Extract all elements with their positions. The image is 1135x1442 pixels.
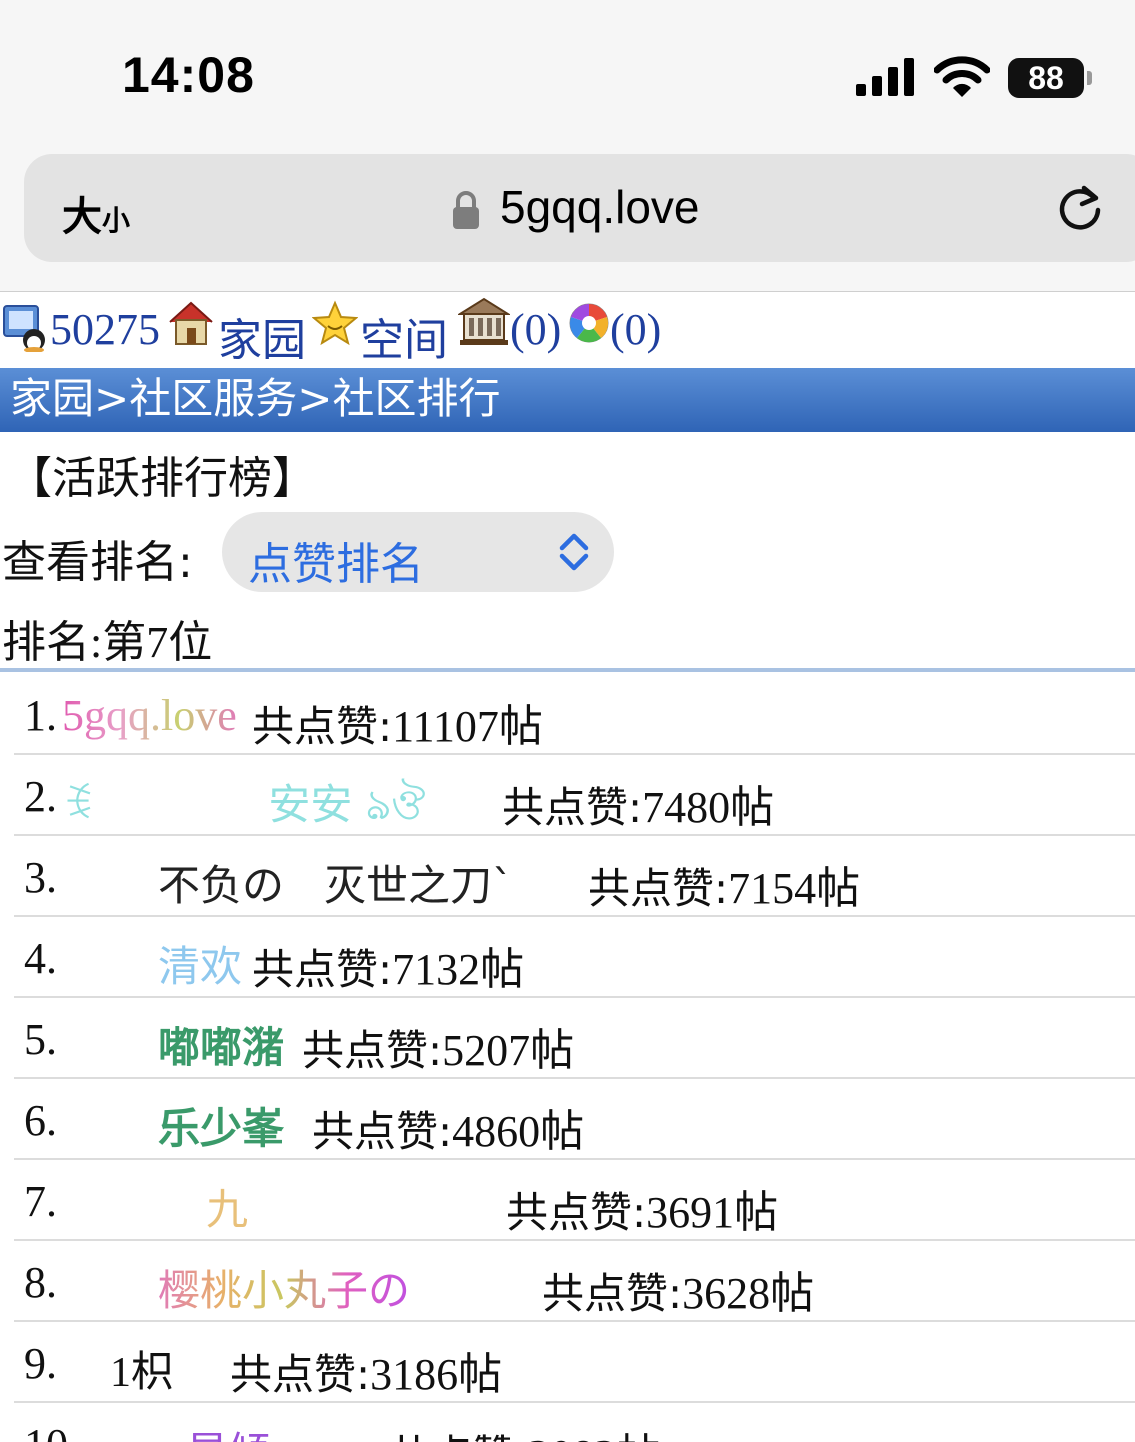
breadcrumb-separator: > bbox=[297, 374, 333, 423]
view-rank-row: 查看排名: 点赞排名 bbox=[0, 512, 640, 592]
rank-number: 10. bbox=[24, 1419, 79, 1442]
user-id-link[interactable]: 50275 bbox=[50, 304, 160, 355]
board-title: 【活跃排行榜】 bbox=[8, 453, 316, 504]
like-label: 共点赞: bbox=[252, 702, 393, 751]
breadcrumb-service[interactable]: 社区服务 bbox=[129, 374, 297, 423]
lock-icon bbox=[453, 191, 479, 229]
like-label: 共点赞: bbox=[542, 1269, 683, 1318]
like-label: 共点赞: bbox=[506, 1188, 647, 1237]
like-label: 共点赞: bbox=[388, 1431, 528, 1442]
rank-number: 2. bbox=[24, 772, 57, 821]
text-size-button[interactable]: 大小 bbox=[62, 184, 130, 242]
status-bar: 14:08 88 bbox=[0, 0, 1135, 140]
like-stat: 共点赞:3628帖 bbox=[542, 1257, 814, 1321]
like-value: 3691帖 bbox=[646, 1188, 779, 1237]
like-stat: 共点赞:7480帖 bbox=[502, 771, 774, 835]
user-nick-link[interactable]: 不负の 灭世之刀ˋ bbox=[158, 852, 513, 913]
text-size-small: 小 bbox=[102, 204, 131, 237]
rank-number: 8. bbox=[24, 1258, 57, 1307]
divider bbox=[0, 668, 1135, 672]
battery-percent: 88 bbox=[1028, 60, 1064, 96]
view-rank-label: 查看排名: bbox=[2, 537, 193, 588]
user-nick-link[interactable]: 嘟嘟潴 bbox=[158, 1014, 284, 1075]
user-nick-link[interactable]: 星倾 bbox=[186, 1419, 270, 1442]
address-bar[interactable]: 大小 5gqq.love bbox=[24, 154, 1135, 262]
like-stat: 共点赞:5207帖 bbox=[302, 1014, 574, 1078]
like-value: 3083帖 bbox=[528, 1431, 660, 1442]
like-stat: 共点赞:7132帖 bbox=[252, 933, 524, 997]
like-label: 共点赞: bbox=[252, 945, 393, 994]
breadcrumb: 家园>社区服务>社区排行 bbox=[0, 368, 1135, 432]
home-link[interactable]: 家园 bbox=[218, 304, 306, 368]
battery-icon: 88 bbox=[1008, 58, 1092, 98]
user-nick-link[interactable]: 乐少峯 bbox=[158, 1095, 284, 1156]
chevron-updown-icon bbox=[559, 533, 589, 571]
rank-type-select[interactable]: 点赞排名 bbox=[222, 512, 614, 592]
ranking-row: 8. 樱桃小丸子の 共点赞:3628帖 bbox=[14, 1241, 1135, 1322]
rank-number: 4. bbox=[24, 934, 57, 983]
like-value: 3628帖 bbox=[682, 1269, 815, 1318]
message-count-link[interactable]: (0) bbox=[510, 304, 561, 355]
like-label: 共点赞: bbox=[588, 864, 729, 913]
user-nick-link[interactable]: 清欢 bbox=[158, 933, 242, 994]
reload-icon[interactable] bbox=[1054, 182, 1106, 234]
ranking-row: 2. ꉂ 安安 ঌঔ 共点赞:7480帖 bbox=[14, 755, 1135, 836]
rank-number: 9. bbox=[24, 1339, 57, 1388]
qq-user-icon bbox=[3, 305, 45, 352]
user-nick-link[interactable]: ꉂ 安安 ঌঔ bbox=[62, 771, 425, 843]
space-link[interactable]: 空间 bbox=[360, 304, 448, 368]
like-value: 7480帖 bbox=[642, 783, 775, 832]
like-label: 共点赞: bbox=[230, 1350, 371, 1399]
ranking-row: 10. 星倾 共点赞:3083帖 bbox=[14, 1403, 1135, 1442]
like-value: 4860帖 bbox=[452, 1107, 585, 1156]
like-value: 5207帖 bbox=[442, 1026, 575, 1075]
ranking-row: 1. 5gqq.love 共点赞:11107帖 bbox=[14, 674, 1135, 755]
signal-icon bbox=[856, 58, 914, 96]
ranking-row: 4. 清欢 共点赞:7132帖 bbox=[14, 917, 1135, 998]
album-count-link[interactable]: (0) bbox=[610, 304, 661, 355]
rank-number: 7. bbox=[24, 1177, 57, 1226]
breadcrumb-current: 社区排行 bbox=[332, 374, 501, 423]
breadcrumb-separator: > bbox=[94, 374, 130, 423]
like-stat: 共点赞:11107帖 bbox=[252, 690, 543, 754]
rank-type-value: 点赞排名 bbox=[248, 539, 424, 590]
like-stat: 共点赞:7154帖 bbox=[588, 852, 860, 916]
rank-number: 1. bbox=[24, 691, 57, 740]
like-label: 共点赞: bbox=[312, 1107, 453, 1156]
text-size-big: 大 bbox=[62, 194, 102, 240]
top-nav: 50275 家园 空间 (0) (0) bbox=[0, 296, 1135, 365]
browser-toolbar: 大小 5gqq.love bbox=[0, 140, 1135, 292]
user-nick-link[interactable]: 樱桃小丸子の bbox=[158, 1257, 410, 1318]
like-value: 7154帖 bbox=[728, 864, 861, 913]
like-label: 共点赞: bbox=[302, 1026, 443, 1075]
like-stat: 共点赞:4860帖 bbox=[312, 1095, 584, 1159]
ranking-row: 3. 不负の 灭世之刀ˋ 共点赞:7154帖 bbox=[14, 836, 1135, 917]
like-label: 共点赞: bbox=[502, 783, 643, 832]
like-stat: 共点赞:3186帖 bbox=[230, 1338, 502, 1402]
like-stat: 共点赞:3083帖 bbox=[388, 1419, 660, 1442]
space-star-icon bbox=[312, 300, 358, 346]
like-value: 11107帖 bbox=[392, 702, 543, 751]
home-icon bbox=[169, 301, 213, 345]
url-text[interactable]: 5gqq.love bbox=[500, 180, 700, 234]
ranking-row: 6. 乐少峯 共点赞:4860帖 bbox=[14, 1079, 1135, 1160]
ranking-row: 7. 九 共点赞:3691帖 bbox=[14, 1160, 1135, 1241]
breadcrumb-home[interactable]: 家园 bbox=[10, 374, 94, 423]
status-time: 14:08 bbox=[122, 47, 255, 103]
user-nick-link[interactable]: 1枳 bbox=[110, 1338, 173, 1399]
ranking-row: 9. 1枳 共点赞:3186帖 bbox=[14, 1322, 1135, 1403]
user-nick-link[interactable]: 九 bbox=[206, 1176, 248, 1237]
rank-number: 5. bbox=[24, 1015, 57, 1064]
like-value: 3186帖 bbox=[370, 1350, 503, 1399]
album-icon bbox=[569, 303, 609, 343]
ranking-row: 5. 嘟嘟潴 共点赞:5207帖 bbox=[14, 998, 1135, 1079]
wifi-icon bbox=[934, 56, 990, 97]
my-rank: 排名:第7位 bbox=[2, 618, 213, 667]
user-nick-link[interactable]: 5gqq.love bbox=[62, 690, 237, 741]
like-stat: 共点赞:3691帖 bbox=[506, 1176, 778, 1240]
like-value: 7132帖 bbox=[392, 945, 525, 994]
rank-number: 3. bbox=[24, 853, 57, 902]
rank-number: 6. bbox=[24, 1096, 57, 1145]
building-icon bbox=[458, 297, 510, 345]
